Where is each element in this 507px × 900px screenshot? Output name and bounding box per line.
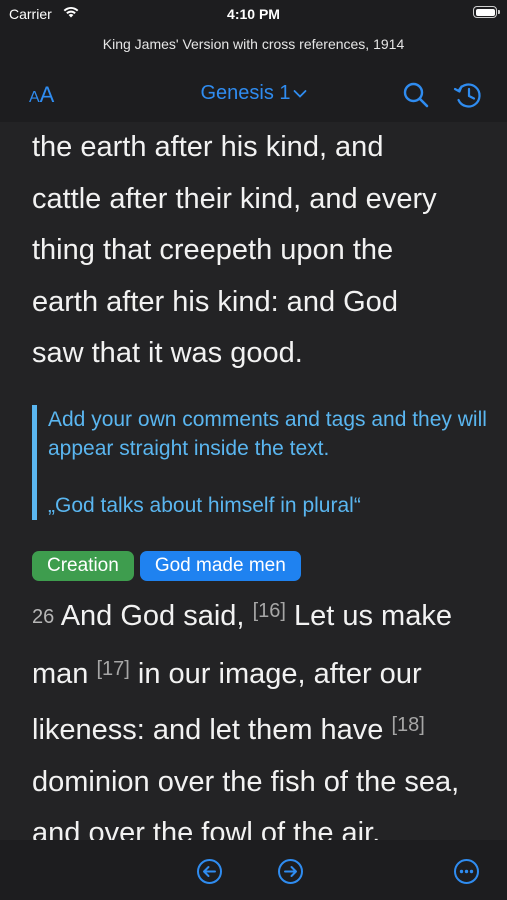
history-icon[interactable] (453, 81, 483, 109)
cross-reference-18[interactable]: [18] (391, 714, 424, 736)
reader-content[interactable]: the earth after his kind, and cattle aft… (0, 122, 507, 840)
verse-26: 26 And God said, [16] Let us make man [1… (32, 586, 492, 840)
verse-number: 26 (32, 606, 55, 628)
comment-hint: Add your own comments and tags and they … (48, 408, 487, 460)
battery-icon (473, 6, 500, 18)
clock: 4:10 PM (227, 6, 280, 22)
verse-25-continuation: the earth after his kind, and cattle aft… (32, 122, 492, 380)
navigation-bar: AA Genesis 1 (0, 62, 507, 122)
text-line: cattle after their kind, and every (32, 182, 437, 215)
text-line: saw that it was good. (32, 337, 303, 369)
tag-god-made-men[interactable]: God made men (139, 551, 301, 581)
arrow-left-circle-icon[interactable] (196, 858, 223, 885)
arrow-right-circle-icon[interactable] (277, 858, 304, 885)
chevron-down-icon (293, 89, 306, 98)
translation-title: King James' Version with cross reference… (102, 36, 405, 52)
chapter-selector[interactable]: Genesis 1 (0, 82, 507, 105)
tag-list: Creation God made men (32, 551, 307, 581)
chapter-title: Genesis 1 (200, 82, 291, 104)
ellipsis-circle-icon[interactable] (453, 858, 480, 885)
cross-reference-17[interactable]: [17] (96, 658, 129, 680)
text-line: the earth after his kind, and (32, 131, 384, 163)
comment-quote: „God talks about himself in plural“ (48, 494, 361, 517)
text-line: thing that creepeth upon the (32, 234, 394, 266)
user-comment[interactable]: Add your own comments and tags and they … (32, 405, 498, 520)
tag-creation[interactable]: Creation (32, 551, 134, 581)
verse-text: dominion over the fish of the sea, and o… (32, 765, 460, 841)
status-bar: Carrier 4:10 PM (0, 0, 507, 28)
text-line: earth after his kind: and God (32, 285, 398, 318)
verse-text: And God said, (54, 600, 253, 632)
bottom-toolbar (0, 840, 507, 900)
cross-reference-16[interactable]: [16] (253, 600, 286, 622)
search-icon[interactable] (402, 81, 430, 109)
